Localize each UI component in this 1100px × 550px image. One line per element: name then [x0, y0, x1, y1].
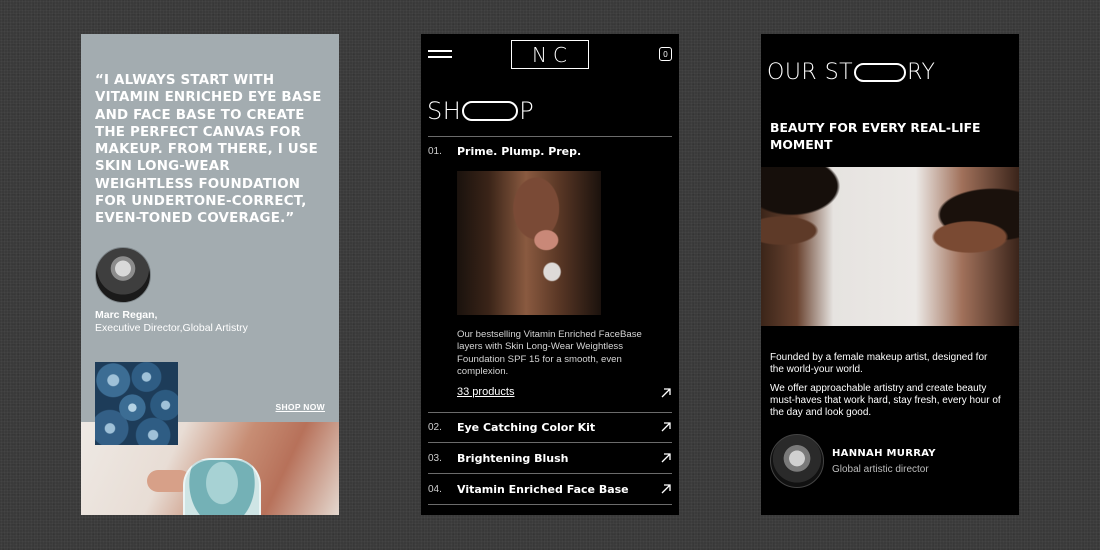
product-image [457, 171, 601, 315]
brand-logo[interactable]: NC [511, 40, 589, 69]
divider [428, 136, 672, 137]
arrow-up-right-icon[interactable] [660, 452, 672, 464]
person-avatar [770, 434, 824, 488]
divider [428, 412, 672, 413]
story-tagline: BEAUTY FOR EVERY REAL-LIFE MOMENT [770, 120, 981, 152]
story-paragraph: We offer approachable artistry and creat… [770, 383, 1001, 418]
author-avatar [95, 247, 151, 303]
item-label: Eye Catching Color Kit [457, 420, 596, 434]
item-number: 02. [428, 421, 442, 433]
divider [428, 473, 672, 474]
product-description: Our bestselling Vitamin Enriched FaceBas… [457, 329, 642, 378]
divider [428, 504, 672, 505]
makeup-application-photo [761, 167, 1019, 326]
item-label: Prime. Plump. Prep. [457, 144, 582, 158]
jar-shape [183, 458, 261, 515]
shop-title-right: P [519, 97, 535, 125]
bag-icon[interactable]: 0 [659, 47, 672, 61]
item-number: 04. [428, 483, 442, 495]
products-count-link[interactable]: 33 products [457, 386, 514, 398]
story-paragraph: Founded by a female makeup artist, desig… [770, 352, 988, 375]
story-title-left: OUR ST [767, 60, 854, 85]
title-pill-o [854, 63, 907, 82]
category-item-color-kit[interactable]: 02. Eye Catching Color Kit [428, 416, 672, 438]
story-screen: OUR ST RY BEAUTY FOR EVERY REAL-LIFE MOM… [761, 34, 1019, 515]
story-title: OUR ST RY [767, 60, 935, 85]
arrow-up-right-icon[interactable] [660, 387, 672, 399]
divider [428, 442, 672, 443]
item-number: 01. [428, 145, 442, 157]
testimonial-screen: “I ALWAYS START WITH VITAMIN ENRICHED EY… [81, 34, 339, 515]
hamburger-menu-icon[interactable] [428, 48, 452, 60]
item-number: 03. [428, 452, 442, 464]
blueberries-image [95, 362, 178, 445]
category-item-face-base[interactable]: 04. Vitamin Enriched Face Base [428, 478, 672, 500]
author-name: Marc Regan, [95, 309, 158, 321]
shop-screen: NC 0 SH P 01. Prime. Plump. Prep. Our be… [421, 34, 679, 515]
item-label: Vitamin Enriched Face Base [457, 482, 629, 496]
title-pill-o [462, 101, 519, 121]
person-name: HANNAH MURRAY [832, 448, 936, 459]
shop-title: SH P [427, 97, 534, 125]
category-item-blush[interactable]: 03. Brightening Blush [428, 447, 672, 469]
author-role: Executive Director,Global Artistry [95, 322, 248, 334]
person-role: Global artistic director [832, 464, 929, 475]
item-label: Brightening Blush [457, 451, 569, 465]
arrow-up-right-icon[interactable] [660, 421, 672, 433]
story-title-right: RY [907, 60, 936, 85]
shop-now-link[interactable]: SHOP NOW [276, 402, 325, 412]
category-item-prime[interactable]: 01. Prime. Plump. Prep. [428, 140, 672, 162]
arrow-up-right-icon[interactable] [660, 483, 672, 495]
testimonial-quote: “I ALWAYS START WITH VITAMIN ENRICHED EY… [95, 73, 322, 227]
shop-title-left: SH [427, 97, 462, 125]
